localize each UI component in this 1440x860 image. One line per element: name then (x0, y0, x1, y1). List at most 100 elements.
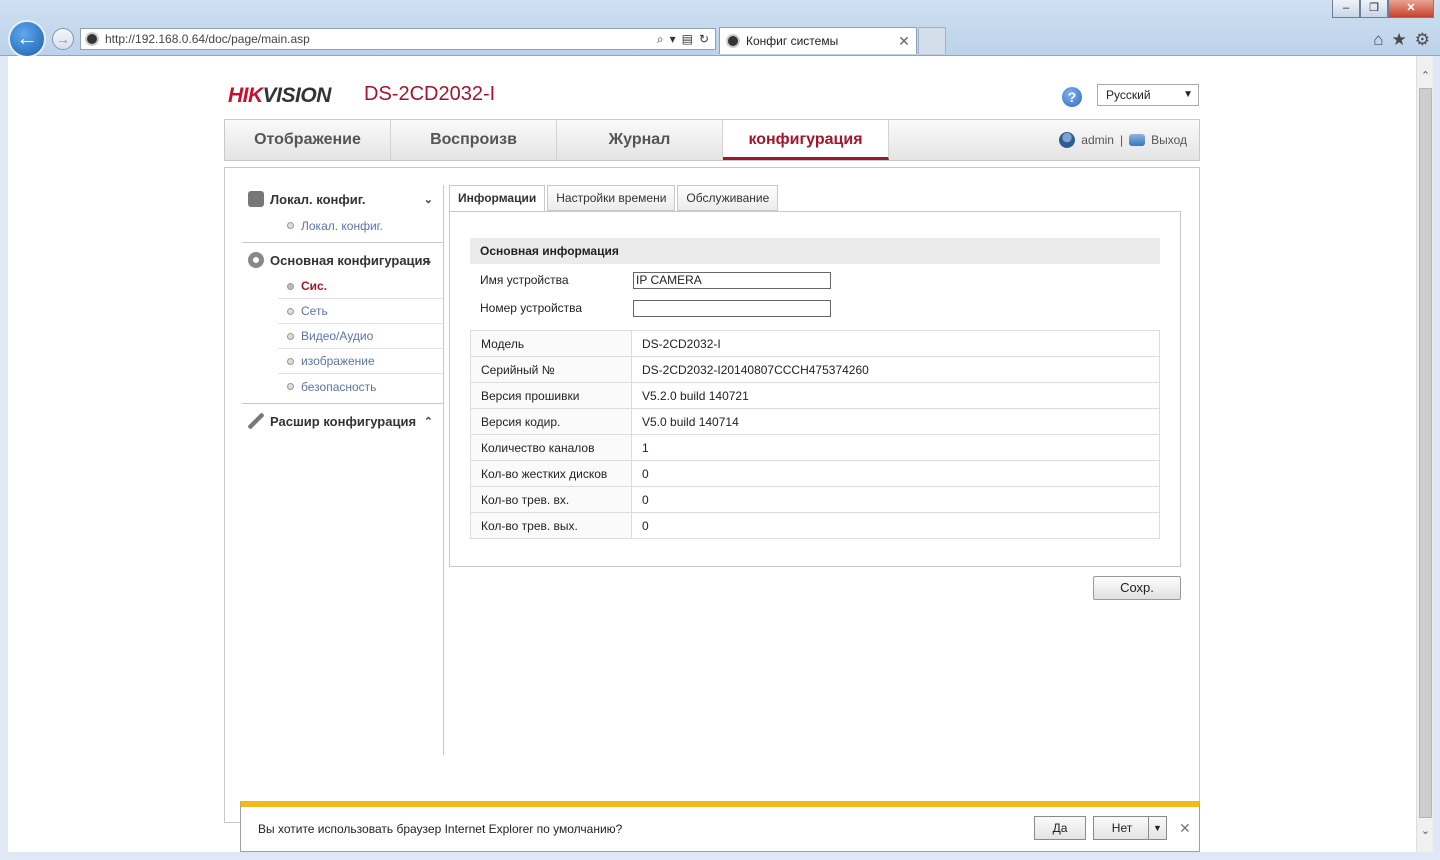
window-controls: – ❐ ✕ (1332, 0, 1434, 18)
sidebar-divider (242, 403, 443, 404)
device-info-table: Модель DS-2CD2032-I Серийный № DS-2CD2032-… (470, 330, 1160, 539)
info-value: V5.0 build 140714 (631, 408, 1160, 435)
table-row: Кол-во трев. вх. 0 (470, 486, 1160, 513)
save-button[interactable]: Сохр. (1093, 576, 1181, 600)
chevron-down-icon[interactable]: ▼ (1148, 817, 1166, 839)
device-number-label: Номер устройства (480, 301, 583, 315)
info-key: Количество каналов (470, 434, 632, 461)
info-value: V5.2.0 build 140721 (631, 382, 1160, 409)
device-number-row: Номер устройства (480, 299, 831, 317)
nav-playback[interactable]: Воспроизв (391, 120, 557, 160)
logout-icon[interactable] (1129, 134, 1146, 146)
no-button-label[interactable]: Нет (1094, 817, 1150, 839)
info-value: 0 (631, 460, 1160, 487)
bullet-icon (287, 383, 294, 390)
table-row: Версия кодир. V5.0 build 140714 (470, 408, 1160, 435)
table-row: Модель DS-2CD2032-I (470, 330, 1160, 357)
device-number-input[interactable] (633, 299, 831, 317)
sidebar-item-local-config[interactable]: Локал. конфиг. (278, 213, 443, 238)
info-value: DS-2CD2032-I20140807CCCH475374260 (631, 356, 1160, 383)
device-model-title: DS-2CD2032-I (364, 83, 496, 105)
yes-button[interactable]: Да (1034, 816, 1086, 840)
main-navigation: Отображение Воспроизв Журнал конфигураци… (224, 119, 1200, 161)
info-key: Версия кодир. (470, 408, 632, 435)
table-row: Версия прошивки V5.2.0 build 140721 (470, 382, 1160, 409)
nav-configuration[interactable]: конфигурация (723, 120, 889, 160)
user-separator: | (1119, 133, 1124, 147)
browser-tab[interactable]: Конфиг системы ✕ (719, 27, 917, 54)
tools-gear-icon[interactable]: ⚙ (1415, 30, 1430, 50)
info-key: Кол-во трев. вых. (470, 512, 632, 539)
section-title: Основная информация (470, 238, 1160, 264)
browser-chrome: – ❐ ✕ ← → http://192.168.0.64/doc/page/m… (0, 0, 1440, 58)
device-name-row: Имя устройства (480, 271, 831, 289)
tab-maintenance[interactable]: Обслуживание (677, 185, 779, 211)
config-tabs: Информации Настройки времени Обслуживани… (449, 185, 779, 212)
bullet-icon (287, 282, 294, 290)
table-row: Кол-во жестких дисков 0 (470, 460, 1160, 487)
tab-close-icon[interactable]: ✕ (896, 33, 912, 50)
info-value: 0 (631, 486, 1160, 513)
config-content: Локал. конфиг. ⌄ Локал. конфиг. Основная… (224, 167, 1200, 823)
no-button[interactable]: Нет ▼ (1093, 816, 1167, 840)
info-key: Модель (470, 330, 632, 357)
notification-text: Вы хотите использовать браузер Internet … (258, 822, 623, 836)
table-row: Серийный № DS-2CD2032-I20140807CCCH475374… (470, 356, 1160, 383)
dropdown-arrow-icon[interactable]: ▾ (670, 32, 676, 47)
info-key: Версия прошивки (470, 382, 632, 409)
sidebar-item-image[interactable]: изображение (278, 349, 443, 374)
maximize-button[interactable]: ❐ (1360, 0, 1388, 18)
close-window-button[interactable]: ✕ (1388, 0, 1434, 18)
info-key: Кол-во трев. вх. (470, 486, 632, 513)
help-icon[interactable]: ? (1062, 87, 1082, 107)
scroll-down-icon[interactable]: ⌄ (1417, 823, 1434, 840)
info-value: 0 (631, 512, 1160, 539)
chevron-down-icon: ⌄ (423, 254, 433, 267)
bullet-icon (287, 307, 294, 315)
nav-log[interactable]: Журнал (557, 120, 723, 160)
config-sidebar: Локал. конфиг. ⌄ Локал. конфиг. Основная… (242, 185, 444, 755)
address-bar[interactable]: http://192.168.0.64/doc/page/main.asp ⌕ … (80, 28, 716, 50)
sidebar-item-security[interactable]: безопасность (278, 374, 443, 399)
sidebar-group-advanced[interactable]: Расшир конфигурация ⌃ (242, 407, 443, 435)
favorites-star-icon[interactable]: ★ (1392, 30, 1407, 50)
close-icon[interactable]: ✕ (1179, 820, 1191, 837)
page-viewport: HIKVISION DS-2CD2032-I ? Русский ▼ Отобра… (8, 56, 1416, 852)
sidebar-group-basic[interactable]: Основная конфигурация ⌄ (242, 246, 443, 274)
device-name-input[interactable] (633, 271, 831, 289)
vertical-scrollbar[interactable]: ⌃ ⌄ (1416, 56, 1433, 852)
compatibility-view-icon[interactable]: ▤ (682, 32, 693, 47)
search-icon[interactable]: ⌕ (657, 32, 664, 47)
forward-button[interactable]: → (52, 28, 74, 50)
refresh-icon[interactable]: ↻ (699, 32, 709, 47)
nav-live-view[interactable]: Отображение (225, 120, 391, 160)
information-panel: Основная информация Имя устройства Номер… (449, 211, 1181, 567)
scroll-up-icon[interactable]: ⌃ (1417, 68, 1434, 85)
tab-favicon-icon (726, 34, 740, 48)
bullet-icon (287, 357, 294, 365)
new-tab-button[interactable] (918, 27, 946, 54)
minimize-button[interactable]: – (1332, 0, 1360, 18)
tab-time-settings[interactable]: Настройки времени (547, 185, 676, 211)
language-select[interactable]: Русский ▼ (1097, 84, 1199, 106)
home-icon[interactable]: ⌂ (1373, 30, 1383, 50)
sidebar-item-video-audio[interactable]: Видео/Аудио (278, 324, 443, 349)
sidebar-item-network[interactable]: Сеть (278, 299, 443, 324)
bullet-icon (287, 222, 294, 229)
sidebar-group-local[interactable]: Локал. конфиг. ⌄ (242, 185, 443, 213)
hikvision-logo: HIKVISION (228, 84, 331, 107)
default-browser-notification: Вы хотите использовать браузер Internet … (240, 801, 1200, 852)
logout-link[interactable]: Выход (1151, 133, 1187, 147)
info-key: Серийный № (470, 356, 632, 383)
url-text[interactable]: http://192.168.0.64/doc/page/main.asp (105, 32, 657, 46)
username: admin (1081, 133, 1114, 147)
scroll-thumb[interactable] (1419, 88, 1432, 818)
table-row: Количество каналов 1 (470, 434, 1160, 461)
chevron-up-icon: ⌃ (423, 415, 433, 428)
tab-title: Конфиг системы (746, 34, 839, 48)
info-value: DS-2CD2032-I (631, 330, 1160, 357)
wrench-icon (248, 413, 264, 429)
tab-information[interactable]: Информации (449, 185, 546, 212)
sidebar-item-system[interactable]: Сис. (278, 274, 443, 299)
back-button[interactable]: ← (8, 20, 46, 58)
